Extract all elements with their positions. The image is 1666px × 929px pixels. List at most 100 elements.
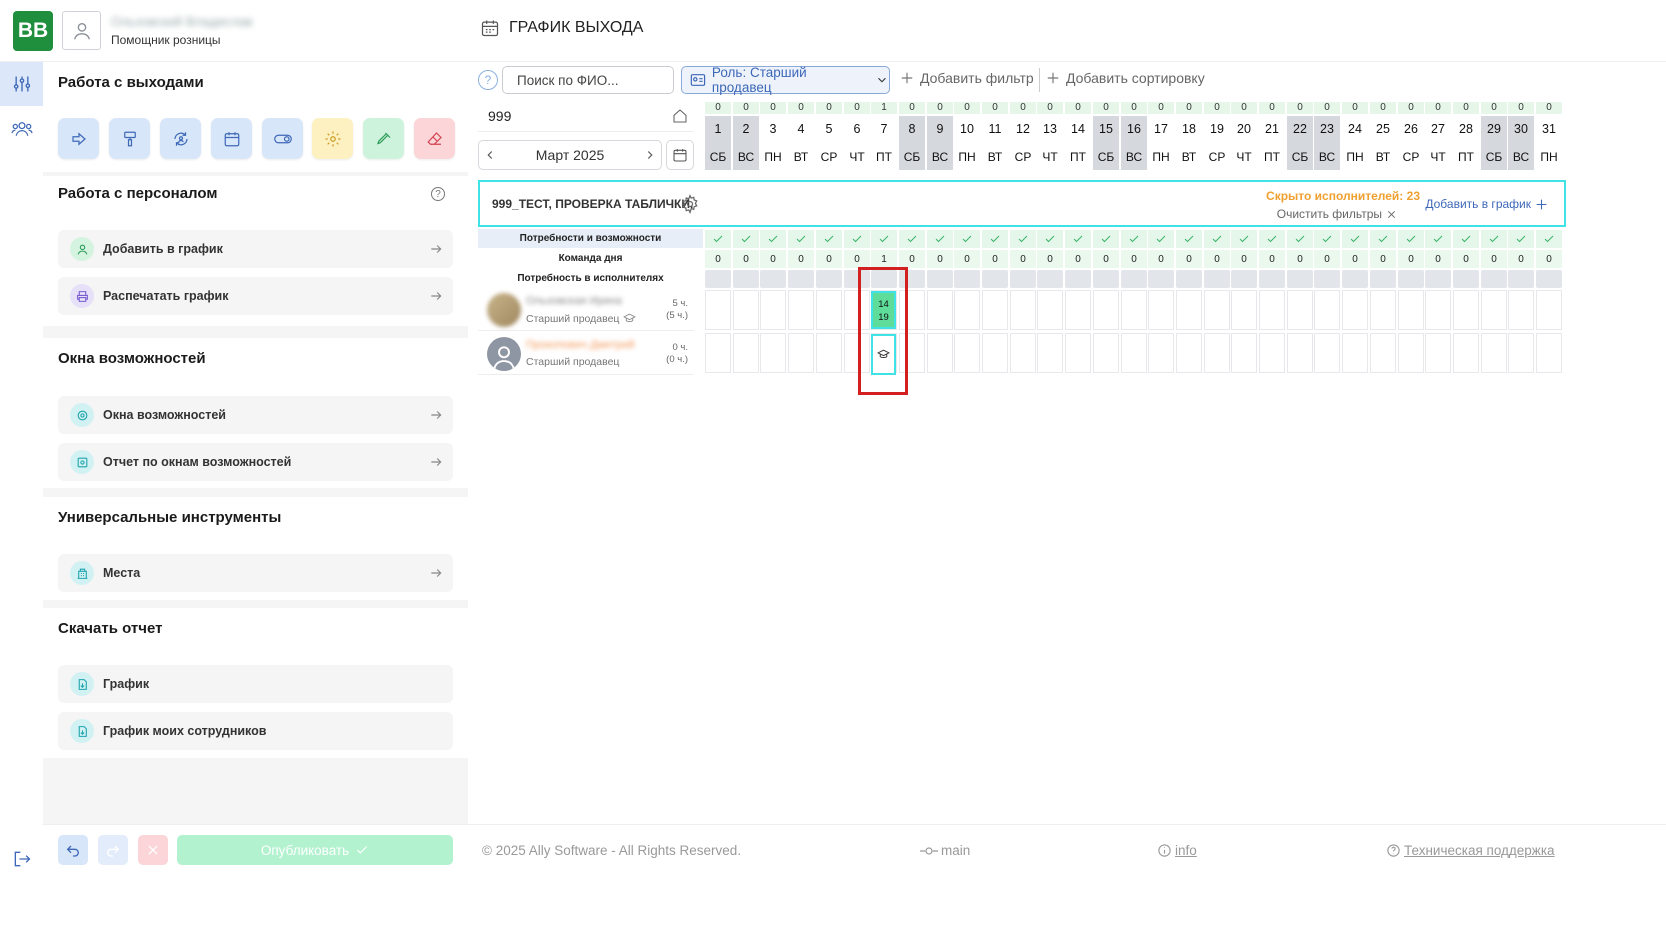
demand-cell[interactable] xyxy=(816,270,842,288)
demand-cell[interactable] xyxy=(788,270,814,288)
day-number[interactable]: 21 xyxy=(1259,116,1285,144)
toolbar-help-icon[interactable]: ? xyxy=(478,70,498,90)
schedule-cell[interactable] xyxy=(1121,290,1147,330)
day-number[interactable]: 24 xyxy=(1342,116,1368,144)
schedule-cell[interactable] xyxy=(1314,290,1340,330)
schedule-cell[interactable] xyxy=(1037,290,1063,330)
tool-toggle-button[interactable] xyxy=(262,118,303,159)
day-number[interactable]: 29 xyxy=(1481,116,1507,144)
schedule-cell[interactable] xyxy=(1259,333,1285,373)
schedule-cell[interactable] xyxy=(1093,333,1119,373)
menu-opportunity-windows[interactable]: Окна возможностей xyxy=(58,396,453,434)
logout-button[interactable] xyxy=(0,837,43,881)
demand-cell[interactable] xyxy=(705,270,731,288)
schedule-cell[interactable] xyxy=(1231,333,1257,373)
schedule-cell[interactable] xyxy=(1453,333,1479,373)
rail-people-button[interactable] xyxy=(0,107,43,151)
schedule-cell[interactable] xyxy=(760,290,786,330)
schedule-cell[interactable] xyxy=(1536,290,1562,330)
day-number[interactable]: 18 xyxy=(1176,116,1202,144)
demand-cell[interactable] xyxy=(927,270,953,288)
menu-places[interactable]: Места xyxy=(58,554,453,592)
schedule-cell[interactable] xyxy=(1121,333,1147,373)
schedule-cell[interactable] xyxy=(1508,290,1534,330)
day-number[interactable]: 16 xyxy=(1121,116,1147,144)
schedule-cell[interactable] xyxy=(954,290,980,330)
demand-cell[interactable] xyxy=(760,270,786,288)
home-icon[interactable] xyxy=(672,108,688,124)
day-number[interactable]: 13 xyxy=(1037,116,1063,144)
schedule-cell[interactable] xyxy=(705,333,731,373)
day-number[interactable]: 17 xyxy=(1148,116,1174,144)
user-avatar[interactable] xyxy=(62,11,101,50)
discard-button[interactable] xyxy=(138,835,168,865)
tool-refresh-button[interactable] xyxy=(160,118,201,159)
day-number[interactable]: 5 xyxy=(816,116,842,144)
schedule-cell[interactable] xyxy=(1231,290,1257,330)
day-number[interactable]: 22 xyxy=(1287,116,1313,144)
demand-cell[interactable] xyxy=(1176,270,1202,288)
day-number[interactable]: 15 xyxy=(1093,116,1119,144)
schedule-cell[interactable] xyxy=(927,333,953,373)
day-number[interactable]: 30 xyxy=(1508,116,1534,144)
add-to-schedule-button[interactable]: Добавить в график xyxy=(1425,197,1548,211)
demand-cell[interactable] xyxy=(733,270,759,288)
add-sort-button[interactable]: Добавить сортировку xyxy=(1046,70,1205,86)
schedule-cell[interactable] xyxy=(1259,290,1285,330)
schedule-cell[interactable] xyxy=(982,290,1008,330)
day-number[interactable]: 4 xyxy=(788,116,814,144)
schedule-cell[interactable] xyxy=(1314,333,1340,373)
schedule-cell[interactable] xyxy=(1148,290,1174,330)
schedule-cell[interactable] xyxy=(816,333,842,373)
demand-cell[interactable] xyxy=(1259,270,1285,288)
demand-cell[interactable] xyxy=(1121,270,1147,288)
day-number[interactable]: 26 xyxy=(1398,116,1424,144)
rail-schedule-button[interactable] xyxy=(0,62,43,106)
demand-cell[interactable] xyxy=(1148,270,1174,288)
chevron-left-icon[interactable] xyxy=(483,148,497,162)
schedule-cell[interactable] xyxy=(1204,290,1230,330)
tool-eraser-button[interactable] xyxy=(414,118,455,159)
schedule-cell[interactable] xyxy=(1148,333,1174,373)
day-number[interactable]: 31 xyxy=(1536,116,1562,144)
role-filter-select[interactable]: Роль: Старший продавец xyxy=(681,65,890,95)
demand-cell[interactable] xyxy=(982,270,1008,288)
day-number[interactable]: 9 xyxy=(927,116,953,144)
search-input[interactable] xyxy=(502,66,674,94)
day-number[interactable]: 11 xyxy=(982,116,1008,144)
menu-print-schedule[interactable]: Распечатать график xyxy=(58,277,453,315)
demand-cell[interactable] xyxy=(1425,270,1451,288)
schedule-cell[interactable] xyxy=(927,290,953,330)
schedule-cell[interactable] xyxy=(1508,333,1534,373)
demand-cell[interactable] xyxy=(1536,270,1562,288)
add-filter-button[interactable]: Добавить фильтр xyxy=(900,70,1034,86)
chevron-right-icon[interactable] xyxy=(643,148,657,162)
demand-cell[interactable] xyxy=(1010,270,1036,288)
schedule-cell[interactable] xyxy=(1010,333,1036,373)
schedule-cell[interactable] xyxy=(1065,333,1091,373)
day-number[interactable]: 8 xyxy=(899,116,925,144)
day-number[interactable]: 20 xyxy=(1231,116,1257,144)
schedule-cell[interactable] xyxy=(982,333,1008,373)
undo-button[interactable] xyxy=(58,835,88,865)
day-number[interactable]: 10 xyxy=(954,116,980,144)
tool-calendar-button[interactable] xyxy=(211,118,252,159)
day-number[interactable]: 6 xyxy=(844,116,870,144)
day-number[interactable]: 2 xyxy=(733,116,759,144)
schedule-cell[interactable] xyxy=(1453,290,1479,330)
schedule-cell[interactable] xyxy=(954,333,980,373)
demand-cell[interactable] xyxy=(1398,270,1424,288)
info-link[interactable]: info xyxy=(1157,843,1197,858)
schedule-cell[interactable] xyxy=(733,290,759,330)
demand-cell[interactable] xyxy=(1231,270,1257,288)
schedule-cell[interactable] xyxy=(788,333,814,373)
publish-button[interactable]: Опубликовать xyxy=(177,835,453,865)
demand-cell[interactable] xyxy=(1508,270,1534,288)
demand-cell[interactable] xyxy=(1314,270,1340,288)
employee-row[interactable]: Ольховская Ирина Старший продавец 5 ч. (… xyxy=(478,289,694,331)
schedule-cell[interactable] xyxy=(1176,333,1202,373)
demand-cell[interactable] xyxy=(1370,270,1396,288)
tool-export-button[interactable] xyxy=(58,118,99,159)
schedule-cell[interactable] xyxy=(705,290,731,330)
schedule-cell[interactable] xyxy=(1398,333,1424,373)
